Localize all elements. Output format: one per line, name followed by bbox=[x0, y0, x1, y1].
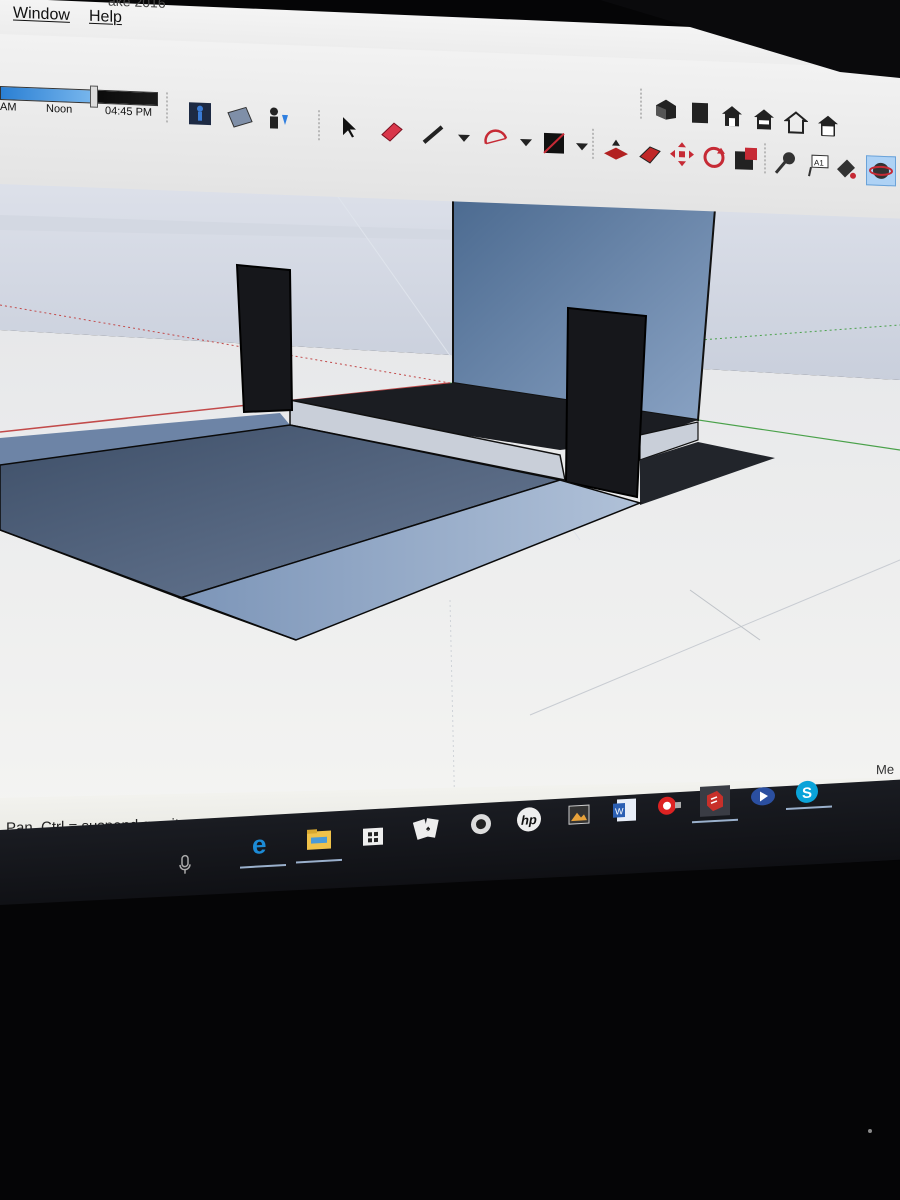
edge-icon[interactable]: e bbox=[248, 828, 278, 860]
svg-text:hp: hp bbox=[521, 812, 537, 828]
shadow-label-noon: Noon bbox=[46, 102, 73, 116]
tape-measure-icon[interactable] bbox=[772, 148, 800, 177]
select-icon[interactable] bbox=[335, 113, 363, 142]
screen: ake 2016 Window Help A1 AM Noon 04:45 PM… bbox=[0, 0, 900, 1200]
position-camera-icon[interactable] bbox=[264, 104, 292, 133]
viewport-3d[interactable] bbox=[0, 120, 900, 820]
solitaire-icon[interactable]: ♠ bbox=[412, 813, 442, 845]
walk-icon[interactable] bbox=[186, 99, 214, 128]
push-pull-icon[interactable] bbox=[602, 135, 630, 164]
left-pillar bbox=[235, 263, 294, 414]
shadow-thumb[interactable] bbox=[90, 85, 98, 108]
shadow-track[interactable] bbox=[0, 86, 158, 107]
iso-view-icon[interactable] bbox=[652, 95, 680, 124]
shadow-label-am: AM bbox=[0, 101, 17, 114]
paint-bucket-icon[interactable] bbox=[832, 154, 860, 183]
svg-text:W: W bbox=[615, 806, 624, 816]
arc-icon[interactable] bbox=[482, 125, 510, 154]
svg-text:A1: A1 bbox=[814, 158, 824, 167]
photo-app-icon[interactable] bbox=[564, 799, 594, 831]
file-explorer-icon[interactable] bbox=[304, 823, 334, 855]
pencil-icon[interactable] bbox=[420, 120, 448, 149]
skype-icon[interactable]: S bbox=[792, 776, 822, 808]
microphone-icon[interactable] bbox=[170, 849, 200, 881]
pencil-dropdown-icon[interactable] bbox=[450, 123, 478, 152]
model-scene bbox=[0, 120, 900, 820]
svg-text:♠: ♠ bbox=[426, 824, 431, 833]
scale-icon[interactable] bbox=[732, 144, 760, 173]
store-icon[interactable] bbox=[358, 818, 388, 850]
word-icon[interactable]: W bbox=[610, 794, 640, 826]
arc-dropdown-icon[interactable] bbox=[512, 128, 540, 157]
sketchup-icon[interactable] bbox=[700, 785, 730, 817]
menu-help[interactable]: Help bbox=[89, 8, 122, 27]
svg-text:e: e bbox=[252, 830, 266, 860]
section-plane-icon[interactable] bbox=[226, 103, 254, 132]
shadow-time-slider[interactable]: AM Noon 04:45 PM bbox=[0, 84, 160, 124]
svg-text:S: S bbox=[802, 785, 812, 803]
orbit-icon[interactable] bbox=[866, 155, 896, 187]
hp-icon[interactable]: hp bbox=[514, 804, 544, 836]
eraser-icon[interactable] bbox=[378, 117, 406, 146]
text-icon[interactable]: A1 bbox=[804, 151, 832, 180]
rotate-icon[interactable] bbox=[700, 143, 728, 172]
follow-me-icon[interactable] bbox=[636, 138, 664, 167]
camera-app-icon[interactable] bbox=[654, 790, 684, 822]
webcam-icon[interactable] bbox=[466, 808, 496, 840]
shadow-time: 04:45 PM bbox=[105, 105, 153, 119]
front-view-icon[interactable] bbox=[718, 102, 746, 131]
left-view-icon[interactable] bbox=[814, 111, 842, 140]
move-icon[interactable] bbox=[668, 140, 696, 169]
media-player-icon[interactable] bbox=[748, 781, 778, 813]
right-pillar bbox=[564, 306, 648, 499]
top-view-icon[interactable] bbox=[686, 98, 714, 127]
right-view-icon[interactable] bbox=[750, 105, 778, 134]
menu-window[interactable]: Window bbox=[13, 5, 70, 25]
back-view-icon[interactable] bbox=[782, 108, 810, 137]
measurements-label: Me bbox=[876, 761, 895, 778]
shapes-icon[interactable] bbox=[540, 129, 568, 158]
